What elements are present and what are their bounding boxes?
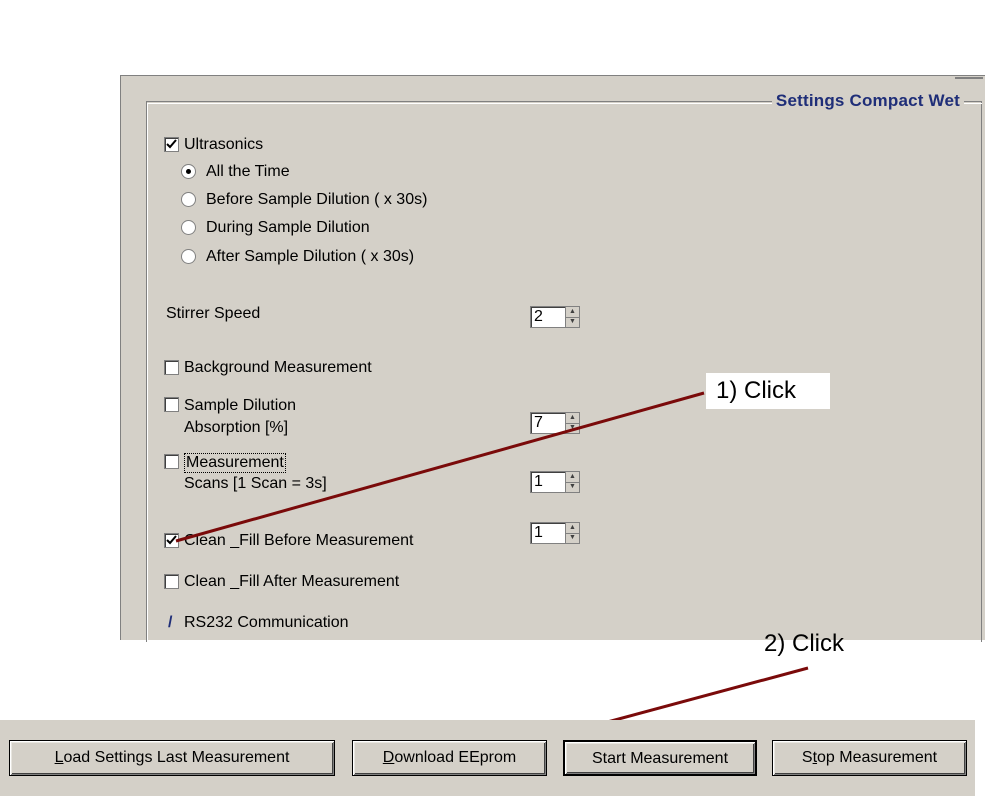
rs232-label: RS232 Communication [184,614,349,631]
stop-measurement-button[interactable]: Stop Measurement [772,740,967,776]
sample-dilution-label: Sample Dilution [184,397,297,414]
checkmark-icon [166,139,177,149]
measurement-label: Measurement [184,453,286,473]
start-measurement-button[interactable]: Start Measurement [563,740,757,776]
radio-selected-dot [186,169,191,174]
clean-fill-value: 1 [534,524,543,541]
panel-edge [955,77,983,79]
measurement-checkbox[interactable] [164,454,179,469]
radio-all-the-time[interactable] [181,164,196,179]
radio-after-dilution[interactable] [181,249,196,264]
rs232-status-icon: / [168,614,173,631]
absorption-spinner[interactable]: 7 ▲ ▼ [530,412,580,434]
scans-value: 1 [534,473,543,490]
clean-fill-before-checkbox[interactable] [164,533,179,548]
spin-down-icon[interactable]: ▼ [566,317,579,327]
background-measurement-label: Background Measurement [184,359,372,376]
spinner-arrows[interactable]: ▲ ▼ [565,472,579,492]
spin-down-icon[interactable]: ▼ [566,533,579,543]
background-measurement-checkbox[interactable] [164,360,179,375]
scans-label: Scans [1 Scan = 3s] [184,475,327,492]
ultrasonics-label: Ultrasonics [184,136,264,153]
sample-dilution-checkbox[interactable] [164,397,179,412]
radio-before-dilution[interactable] [181,192,196,207]
absorption-label: Absorption [%] [184,419,289,436]
clean-fill-after-label: Clean _Fill After Measurement [184,573,400,590]
scans-spinner[interactable]: 1 ▲ ▼ [530,471,580,493]
ultrasonics-checkbox[interactable] [164,137,179,152]
spinner-arrows[interactable]: ▲ ▼ [565,523,579,543]
groupbox-legend: Settings Compact Wet [771,91,964,111]
load-settings-button[interactable]: Load Settings Last Measurement [9,740,335,776]
radio-before-dilution-label: Before Sample Dilution ( x 30s) [206,191,428,208]
clean-fill-spinner[interactable]: 1 ▲ ▼ [530,522,580,544]
spin-down-icon[interactable]: ▼ [566,482,579,492]
clean-fill-before-label: Clean _Fill Before Measurement [184,532,414,549]
stirrer-speed-value: 2 [534,308,543,325]
absorption-value: 7 [534,414,543,431]
stirrer-speed-spinner[interactable]: 2 ▲ ▼ [530,306,580,328]
annotation-line-2 [599,666,809,726]
clean-fill-after-checkbox[interactable] [164,574,179,589]
annotation-step2: 2) Click [764,630,845,657]
radio-during-dilution-label: During Sample Dilution [206,219,370,236]
checkmark-icon [166,535,177,545]
radio-after-dilution-label: After Sample Dilution ( x 30s) [206,248,415,265]
annotation-step1: 1) Click [706,373,830,409]
spinner-arrows[interactable]: ▲ ▼ [565,413,579,433]
stirrer-speed-label: Stirrer Speed [166,305,261,322]
radio-during-dilution[interactable] [181,220,196,235]
spinner-arrows[interactable]: ▲ ▼ [565,307,579,327]
download-eeprom-button[interactable]: Download EEprom [352,740,547,776]
spin-down-icon[interactable]: ▼ [566,423,579,433]
radio-all-the-time-label: All the Time [206,163,290,180]
